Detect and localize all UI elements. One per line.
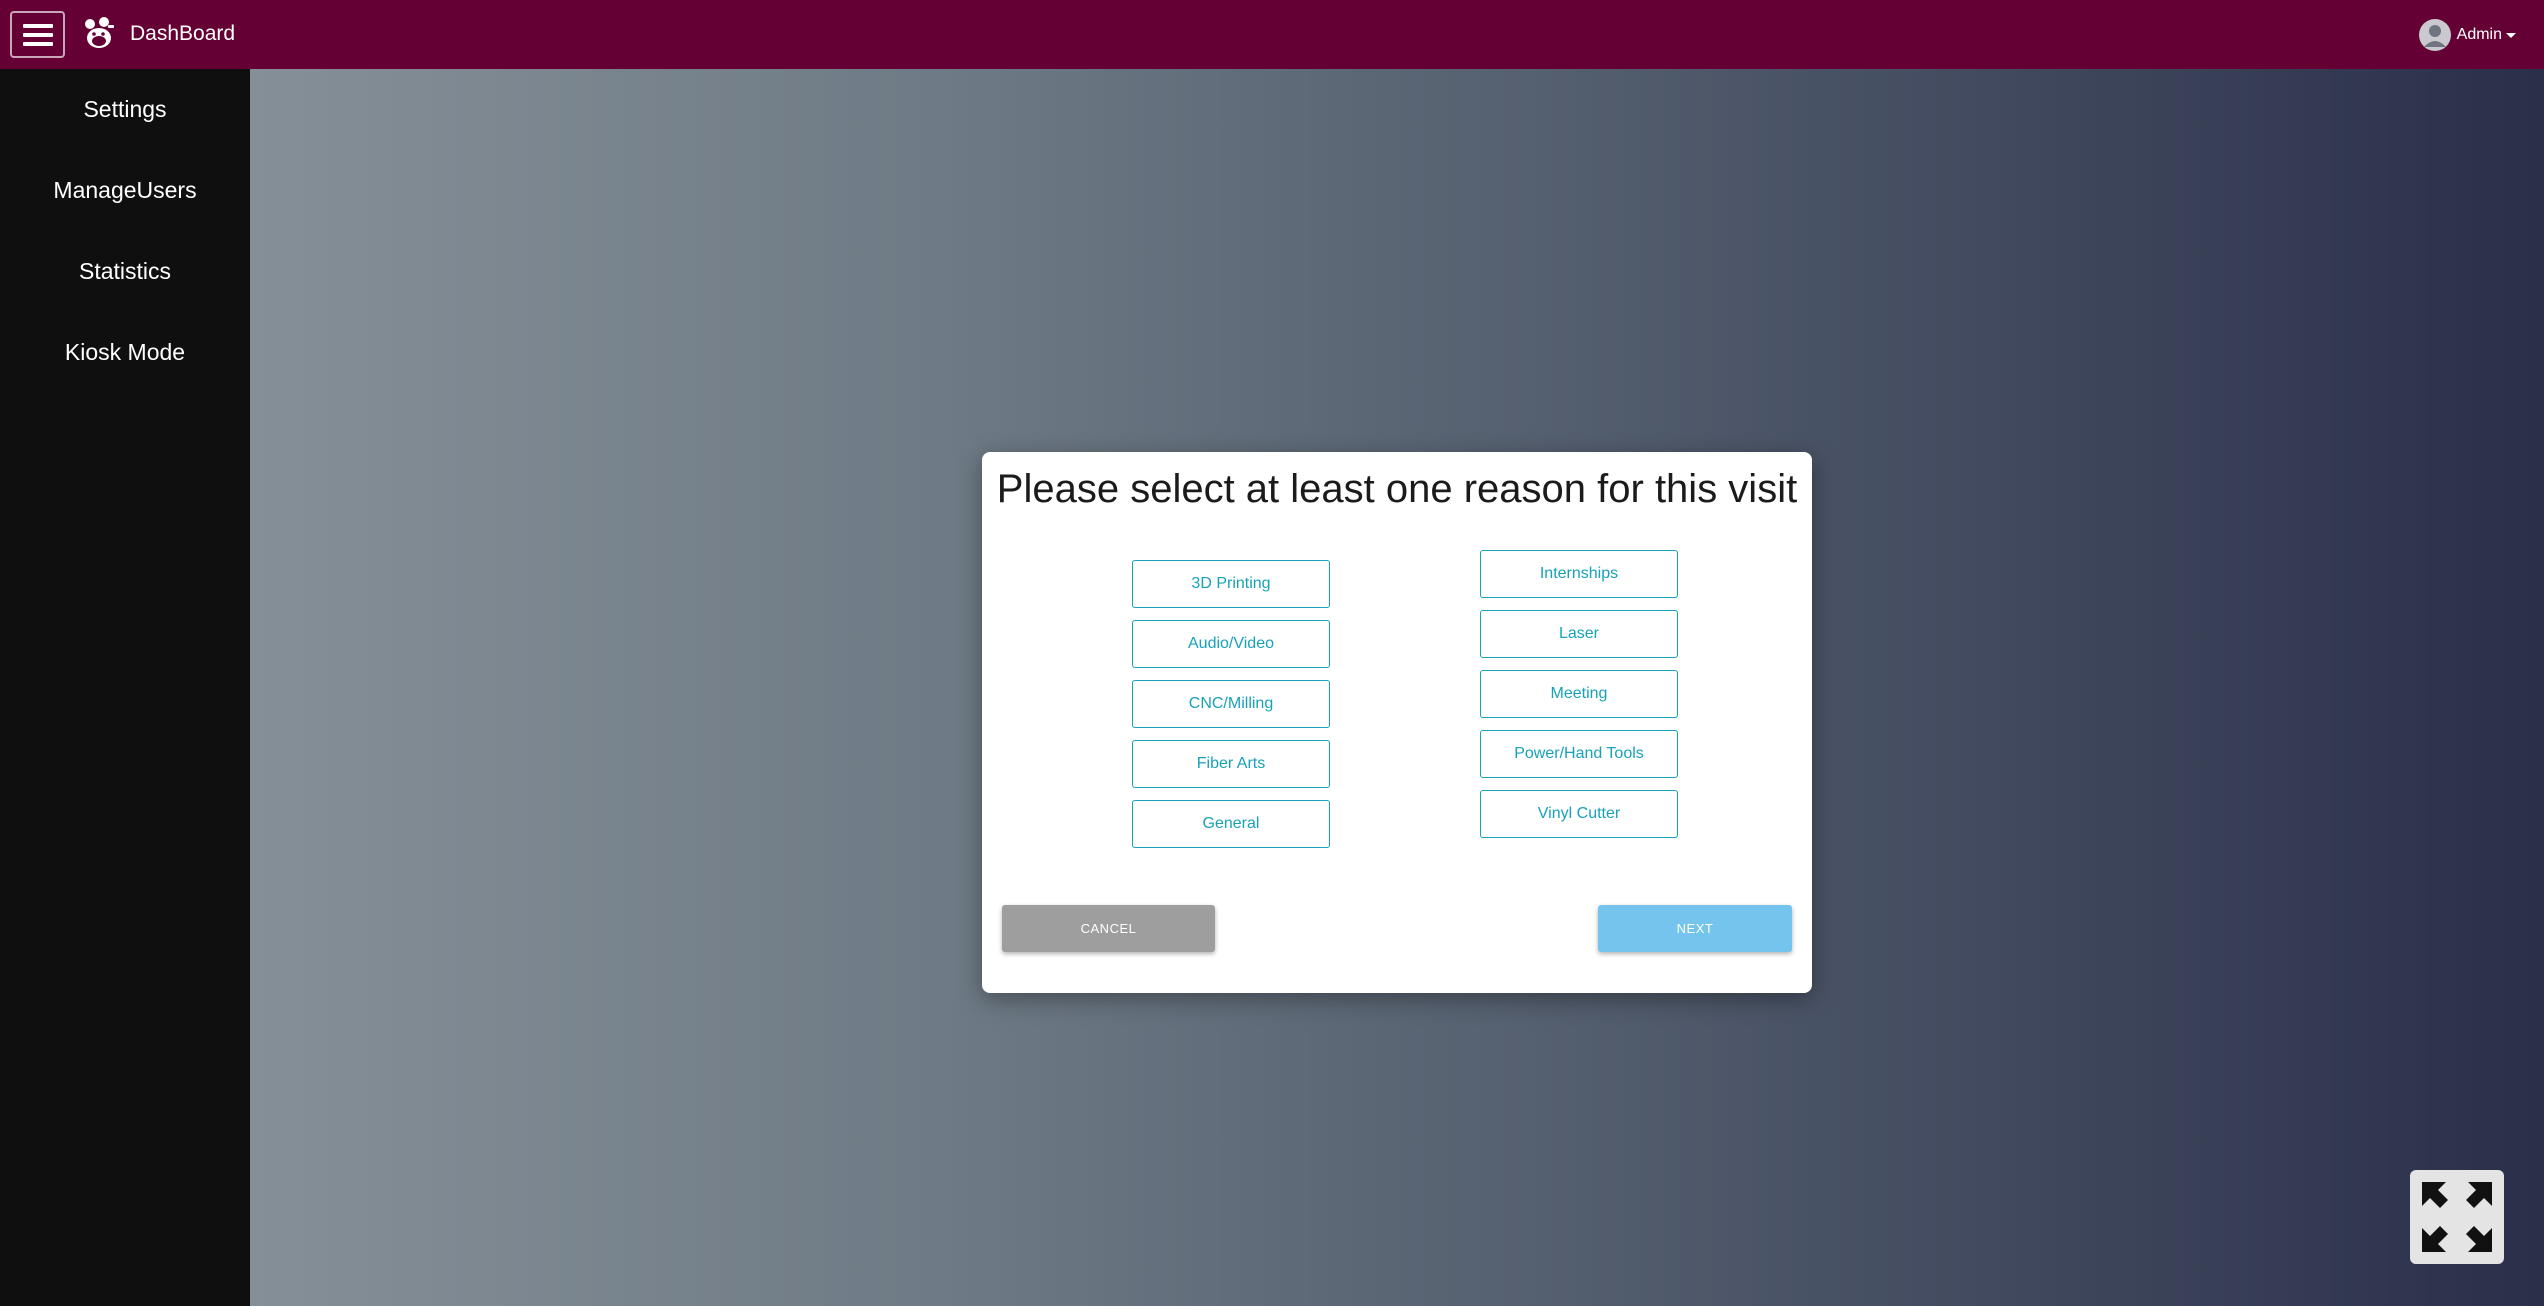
reason-general-button[interactable]: General: [1132, 800, 1330, 848]
reason-3d-printing-button[interactable]: 3D Printing: [1132, 560, 1330, 608]
reason-meeting-button[interactable]: Meeting: [1480, 670, 1678, 718]
modal-title: Please select at least one reason for th…: [996, 467, 1798, 511]
bear-mascot-icon: [85, 17, 114, 48]
reason-audio-video-button[interactable]: Audio/Video: [1132, 620, 1330, 668]
reason-power-hand-tools-button[interactable]: Power/Hand Tools: [1480, 730, 1678, 778]
sidebar-item-kiosk-mode[interactable]: Kiosk Mode: [0, 339, 250, 366]
next-button[interactable]: NEXT: [1598, 905, 1792, 952]
reason-cnc-milling-button[interactable]: CNC/Milling: [1132, 680, 1330, 728]
user-avatar-icon: [2418, 19, 2451, 51]
menu-toggle-button[interactable]: [10, 11, 65, 58]
sidebar: Settings ManageUsers Statistics Kiosk Mo…: [0, 69, 250, 1306]
reason-internships-button[interactable]: Internships: [1480, 550, 1678, 598]
visit-reason-modal: Please select at least one reason for th…: [982, 452, 1812, 993]
hamburger-menu-icon: [22, 23, 53, 46]
sidebar-item-manage-users[interactable]: ManageUsers: [0, 177, 250, 204]
fullscreen-button[interactable]: [2410, 1170, 2504, 1264]
reason-laser-button[interactable]: Laser: [1480, 610, 1678, 658]
sidebar-item-statistics[interactable]: Statistics: [0, 258, 250, 285]
user-dropdown[interactable]: Admin: [2418, 18, 2516, 52]
reason-fiber-arts-button[interactable]: Fiber Arts: [1132, 740, 1330, 788]
top-navbar: DashBoard Admin: [0, 0, 2544, 69]
user-name: Admin: [2456, 26, 2502, 43]
sidebar-item-settings[interactable]: Settings: [0, 96, 250, 123]
reason-vinyl-cutter-button[interactable]: Vinyl Cutter: [1480, 790, 1678, 838]
brand-link[interactable]: DashBoard: [82, 14, 235, 54]
chevron-down-icon: [2506, 32, 2516, 38]
brand-title: DashBoard: [130, 22, 236, 45]
expand-fullscreen-icon: [2422, 1182, 2492, 1252]
cancel-button[interactable]: CANCEL: [1002, 905, 1215, 952]
